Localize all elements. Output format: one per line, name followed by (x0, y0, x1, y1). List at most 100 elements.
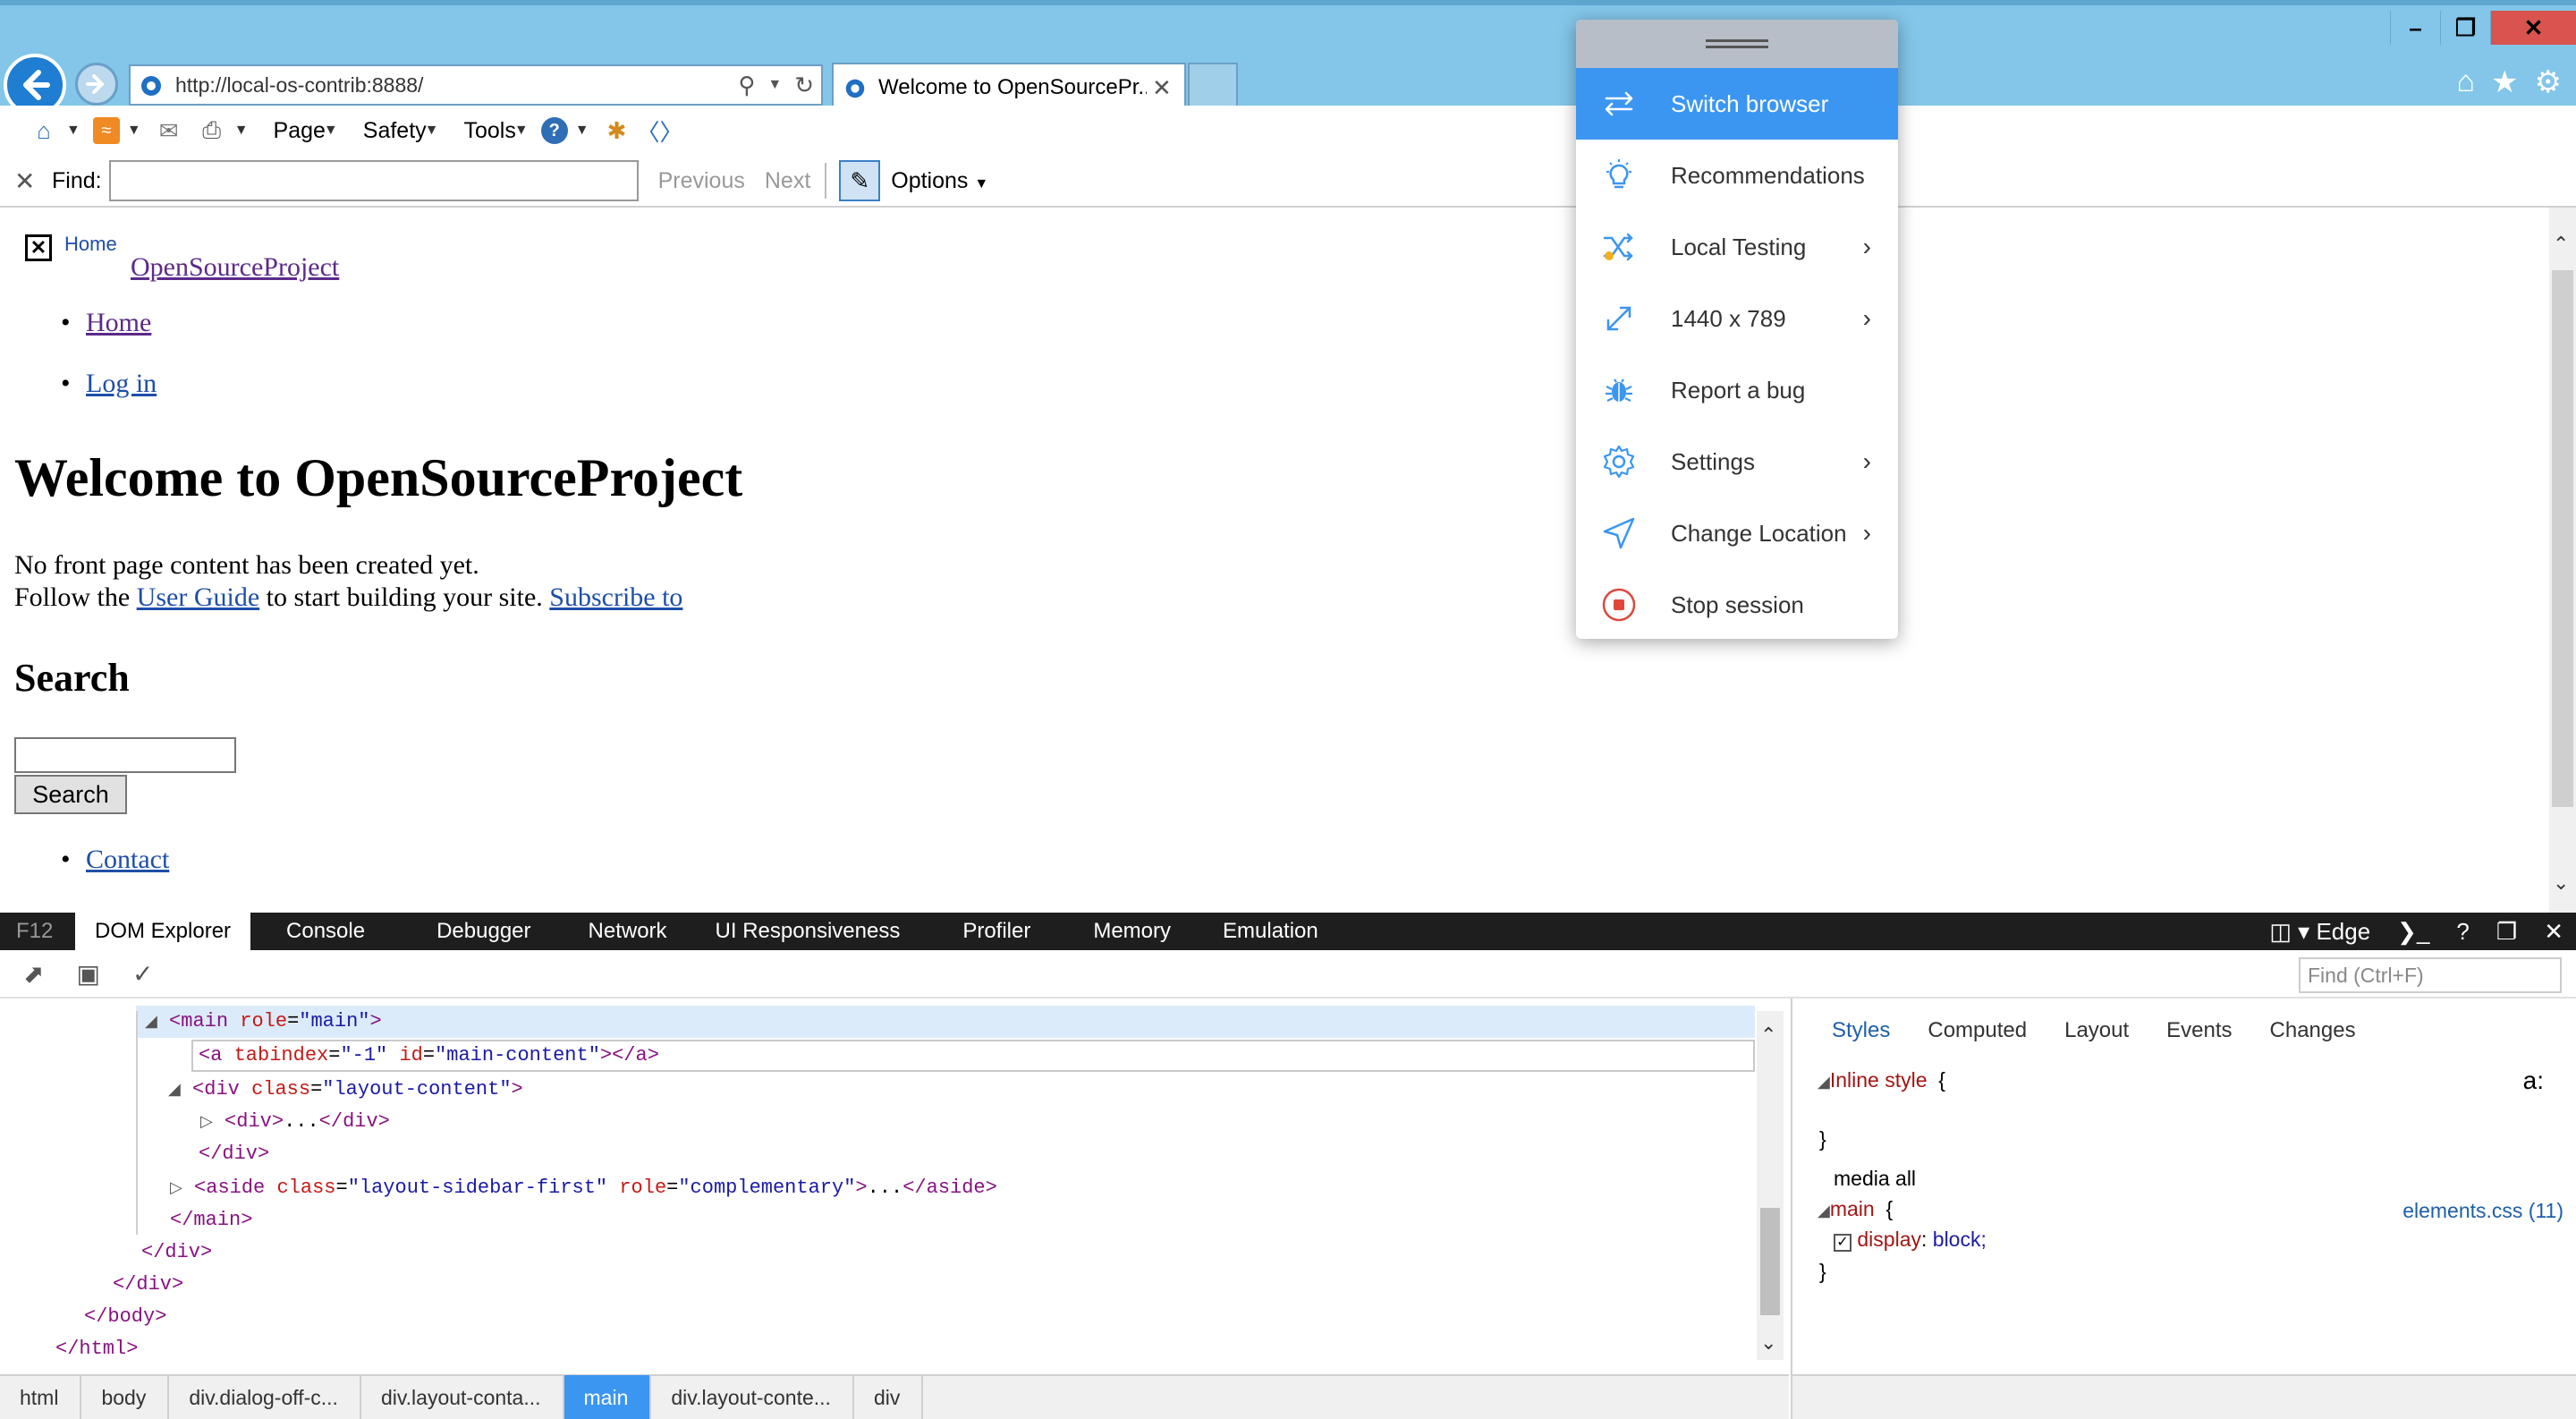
console-toggle-icon[interactable]: ❯_ (2397, 918, 2429, 946)
style-declaration[interactable]: ✓ display: block; (1834, 1228, 1987, 1252)
dom-node-body-close[interactable]: </body> (84, 1301, 166, 1333)
select-element-icon[interactable]: ⬈ (23, 959, 44, 989)
tab-debugger[interactable]: Debugger (401, 913, 566, 950)
scroll-thumb[interactable] (2552, 270, 2573, 807)
dom-find-input[interactable]: Find (Ctrl+F) (2299, 957, 2562, 993)
menu-item-report-bug[interactable]: Report a bug (1576, 354, 1898, 426)
dom-node-main[interactable]: ◢ <main role="main"> (136, 1006, 1755, 1038)
menu-item-switch-browser[interactable]: Switch browser (1576, 68, 1898, 140)
chevron-down-icon[interactable]: ▼ (66, 123, 80, 139)
dom-node-a[interactable]: <a tabindex="-1" id="main-content"></a> (191, 1040, 1755, 1072)
chevron-down-icon[interactable]: ⌄ (2553, 871, 2569, 895)
undock-icon[interactable]: ❐ (2496, 918, 2517, 946)
tab-styles[interactable]: Styles (1832, 1018, 1890, 1043)
tab-dom-explorer[interactable]: DOM Explorer (75, 913, 251, 950)
tab-network[interactable]: Network (567, 913, 689, 950)
chevron-down-icon[interactable]: ▼ (575, 123, 589, 139)
home-icon[interactable]: ⌂ (2456, 64, 2475, 100)
page-menu[interactable]: Page ▼ (274, 118, 338, 144)
style-source-link[interactable]: elements.css (11) (2402, 1199, 2563, 1223)
tab-profiler[interactable]: Profiler (927, 913, 1066, 950)
pseudo-toggle[interactable]: a: (2523, 1066, 2544, 1095)
drag-handle[interactable] (1576, 20, 1898, 68)
gear-icon[interactable]: ⚙ (2535, 64, 2562, 100)
dom-node-main-close[interactable]: </main> (170, 1204, 252, 1236)
close-devtools-icon[interactable]: ✕ (2544, 918, 2563, 946)
browser-tab[interactable]: Welcome to OpenSourcePr... ✕ (832, 63, 1186, 111)
mail-icon[interactable]: ✉ (154, 115, 184, 146)
refresh-icon[interactable]: ↻ (794, 72, 814, 99)
user-guide-link[interactable]: User Guide (137, 582, 259, 612)
chevron-up-icon[interactable]: ⌃ (1760, 1024, 1776, 1047)
search-icon[interactable]: ⚲ (738, 72, 755, 99)
breadcrumb-item[interactable]: div.dialog-off-c... (169, 1375, 361, 1419)
home-icon[interactable]: ⌂ (29, 115, 59, 146)
chevron-down-icon[interactable]: ▼ (127, 123, 141, 139)
breadcrumb-item[interactable]: div.layout-conta... (361, 1375, 564, 1419)
dom-node-div-close[interactable]: </div> (113, 1269, 183, 1301)
logo-link[interactable]: Home (64, 233, 117, 256)
main-style-rule[interactable]: ◢main { (1818, 1197, 1893, 1221)
chevron-down-icon[interactable]: ▼ (234, 123, 249, 139)
dom-node-aside[interactable]: ▷ <aside class="layout-sidebar-first" ro… (170, 1172, 997, 1204)
contact-link[interactable]: Contact (86, 845, 169, 874)
target-selector[interactable]: ◫ ▾ Edge (2269, 918, 2370, 946)
scroll-thumb[interactable] (1760, 1208, 1780, 1315)
tools-menu[interactable]: Tools ▼ (463, 118, 528, 144)
tab-computed[interactable]: Computed (1928, 1018, 2027, 1043)
checkbox-checked-icon[interactable]: ✓ (1834, 1234, 1852, 1252)
dom-node-div-close[interactable]: </div> (199, 1138, 269, 1170)
tab-changes[interactable]: Changes (2270, 1018, 2356, 1043)
forward-button[interactable] (75, 63, 118, 106)
safety-menu[interactable]: Safety ▼ (363, 118, 439, 144)
find-options-button[interactable]: Options ▼ (891, 168, 988, 194)
subscribe-link[interactable]: Subscribe to (549, 582, 682, 612)
print-icon[interactable]: ⎙ (197, 115, 227, 146)
dom-node-div[interactable]: ▷ <div>...</div> (200, 1106, 390, 1138)
dom-scrollbar[interactable]: ⌃ ⌄ (1757, 1011, 1784, 1360)
favorites-star-icon[interactable]: ★ (2491, 64, 2518, 100)
menu-item-local-testing[interactable]: Local Testing › (1576, 211, 1898, 283)
breadcrumb-item[interactable]: div (854, 1375, 924, 1419)
find-next-button[interactable]: Next (765, 168, 810, 194)
menu-item-change-location[interactable]: Change Location › (1576, 497, 1898, 569)
tab-memory[interactable]: Memory (1066, 913, 1198, 950)
breadcrumb-item[interactable]: body (81, 1375, 170, 1419)
menu-item-recommendations[interactable]: Recommendations (1576, 140, 1898, 211)
search-input[interactable] (14, 737, 236, 773)
page-scrollbar[interactable]: ⌃ ⌄ (2549, 208, 2576, 913)
dom-node-div-layout-content[interactable]: ◢ <div class="layout-content"> (168, 1074, 523, 1106)
search-button[interactable]: Search (14, 775, 127, 814)
nav-home-link[interactable]: Home (86, 308, 151, 337)
menu-item-settings[interactable]: Settings › (1576, 426, 1898, 497)
tab-ui-responsiveness[interactable]: UI Responsiveness (689, 913, 928, 950)
restore-button[interactable]: ❐ (2440, 11, 2490, 45)
menu-item-resolution[interactable]: 1440 x 789 › (1576, 283, 1898, 354)
dropdown-icon[interactable]: ▼ (767, 77, 782, 99)
highlight-element-icon[interactable]: ▣ (76, 959, 99, 989)
help-icon[interactable]: ? (2456, 918, 2469, 946)
address-text[interactable]: http://local-os-contrib:8888/ (175, 73, 423, 98)
close-window-button[interactable]: ✕ (2490, 11, 2576, 45)
tab-console[interactable]: Console (250, 913, 401, 950)
menu-item-stop-session[interactable]: Stop session (1576, 569, 1898, 639)
close-find-icon[interactable]: ✕ (14, 166, 39, 196)
research-icon[interactable]: ✱ (602, 115, 632, 146)
dom-node-div-close[interactable]: </div> (141, 1236, 212, 1269)
rss-feed-icon[interactable]: ≈ (92, 117, 120, 144)
inline-style-rule[interactable]: ◢Inline style { (1818, 1068, 1945, 1092)
new-tab-button[interactable] (1188, 63, 1238, 111)
site-name-link[interactable]: OpenSourceProject (131, 252, 339, 283)
tab-events[interactable]: Events (2166, 1018, 2232, 1043)
help-icon[interactable]: ? (540, 117, 568, 144)
close-tab-icon[interactable]: ✕ (1152, 74, 1172, 102)
nav-login-link[interactable]: Log in (86, 369, 157, 398)
developer-tools-icon[interactable]: 〈〉 (637, 115, 683, 146)
breadcrumb-item-active[interactable]: main (564, 1375, 652, 1419)
chevron-down-icon[interactable]: ⌄ (1760, 1331, 1776, 1355)
address-bar[interactable]: http://local-os-contrib:8888/ ⚲ ▼ ↻ (129, 64, 823, 106)
chevron-up-icon[interactable]: ⌃ (2553, 233, 2569, 256)
highlight-pencil-icon[interactable]: ✎ (839, 160, 881, 201)
find-input[interactable] (108, 160, 639, 201)
find-previous-button[interactable]: Previous (658, 168, 745, 194)
